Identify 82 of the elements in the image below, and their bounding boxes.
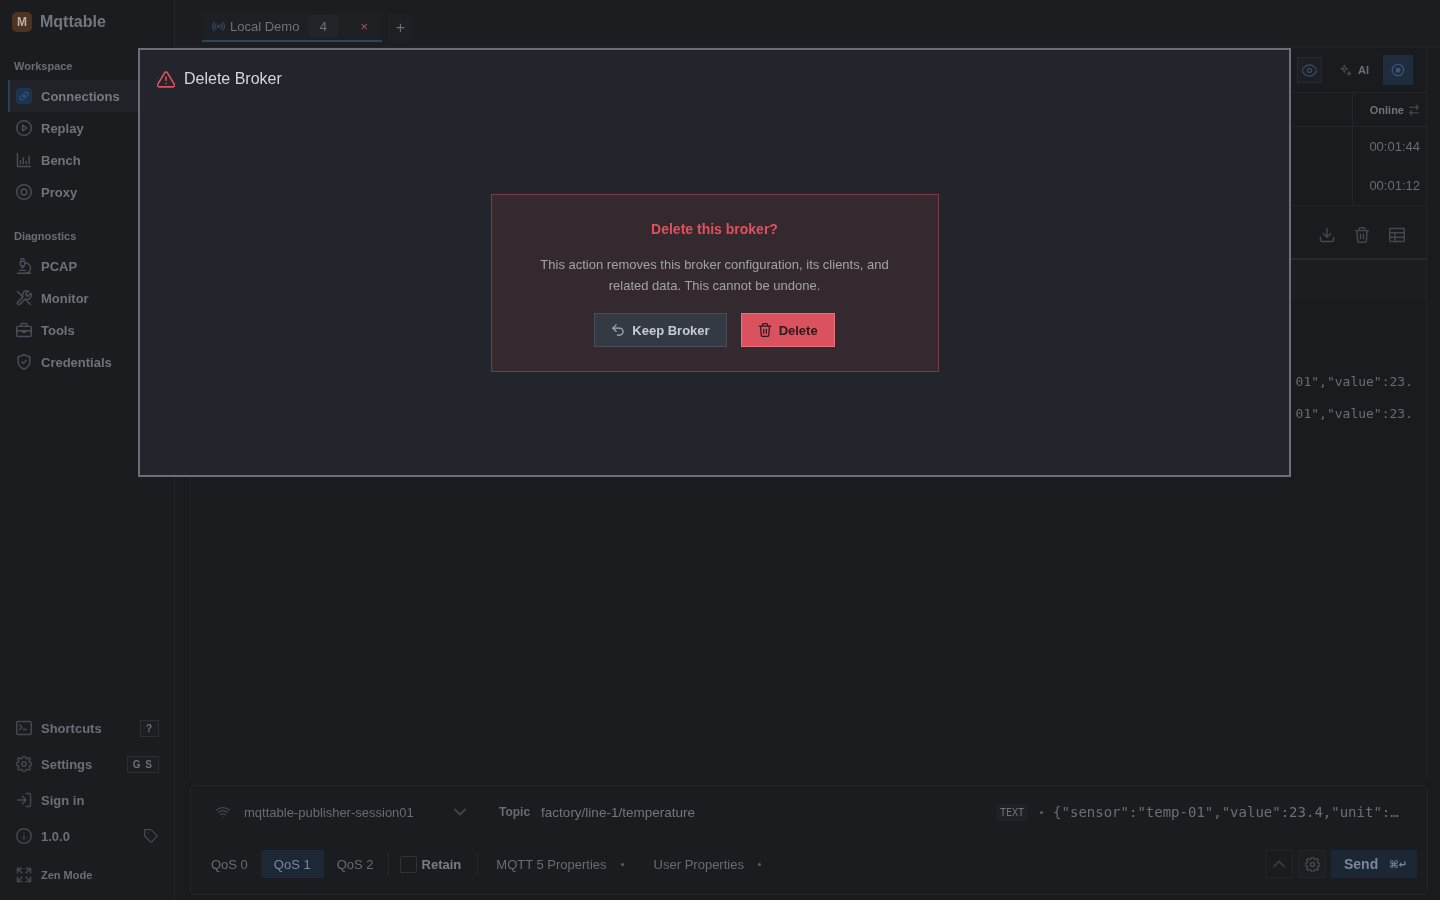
chevron-up-icon [1273,858,1285,870]
section-label: Workspace [13,59,74,74]
sidebar-item[interactable]: Bench [8,144,166,176]
sidebar-item[interactable]: Monitor [8,282,166,314]
count-badge: 4 [308,15,339,37]
sidebar-item[interactable]: Sign in [0,782,174,818]
checkbox-label: Retain [421,856,462,872]
sidebar-item[interactable]: Proxy [8,176,166,208]
column-header[interactable]: Online [1352,93,1426,126]
download-icon[interactable] [1319,227,1335,243]
expand-icon [16,867,32,883]
send-button[interactable]: Send ⌘↵ [1331,850,1417,878]
app-name: Mqttable [40,13,106,31]
broadcast-icon [212,19,225,33]
confirm-heading: Delete this broker? [651,220,778,238]
qos-button[interactable]: QoS 0 [198,850,261,878]
sidebar-item[interactable]: Tools [8,314,166,346]
dot-icon [757,862,761,866]
checkbox[interactable] [399,855,417,873]
play-circle-icon [16,120,32,136]
gear-icon [1304,856,1320,872]
view-button[interactable] [1297,57,1322,83]
sidebar-item[interactable]: Replay [8,112,166,144]
section-label: Diagnostics [13,229,78,244]
dialog-title: Delete Broker [184,70,282,88]
sidebar-item[interactable]: Shortcuts ? [0,710,174,746]
wifi-icon [216,805,230,819]
chevron-down-icon [454,806,466,818]
ai-button[interactable]: AI [1339,63,1369,77]
undo-icon [611,323,626,337]
dot-icon [620,862,624,866]
link-icon [16,88,32,104]
client-select[interactable]: mqttable-publisher-session01 [204,795,472,829]
sign-in-icon [16,792,32,808]
warning-icon [157,70,175,88]
info-icon [16,828,32,844]
tag-icon [144,829,158,843]
qos-button[interactable]: QoS 1 [260,850,324,878]
shortcut-key: G S [126,755,159,773]
swap-icon [1408,103,1420,116]
record-button[interactable] [1383,55,1413,85]
terminal-icon [16,720,32,736]
shield-icon [16,354,32,370]
trash-icon[interactable] [1354,227,1370,243]
payload-field[interactable]: TEXT {"sensor":"temp-01","value":23.4,"unit":… [989,795,1416,829]
properties-toggle[interactable]: MQTT 5 Properties [496,856,607,872]
trash-icon [757,323,772,337]
app-logo: M [12,12,32,32]
delete-button[interactable]: Delete [740,313,835,347]
confirm-message: This action removes this broker configuration, its clients, and related data. This cannot be undone. [539,256,890,295]
format-badge[interactable]: TEXT [997,803,1028,821]
microscope-icon [16,258,32,274]
connection-tab[interactable]: Local Demo 4 × [202,12,382,42]
qos-button[interactable]: QoS 2 [323,850,387,878]
table-icon[interactable] [1389,227,1405,243]
chart-icon [16,152,32,168]
eye-icon [1302,62,1317,78]
version-item[interactable]: 1.0.0 [0,818,174,854]
properties-toggle[interactable]: User Properties [653,856,744,872]
topic-field[interactable]: Topic factory/line-1/temperature [487,795,974,829]
record-icon [1391,63,1405,77]
sparkle-icon [1339,63,1352,77]
message-payload: 01","value":23. [1295,405,1413,421]
target-icon [16,184,32,200]
cancel-button[interactable]: Keep Broker [594,313,727,347]
topic-label: Topic [499,805,531,819]
table-cell: 00:01:12 [1352,166,1426,205]
zen-mode-toggle[interactable]: Zen Mode [0,854,174,896]
sidebar-item[interactable]: Credentials [8,346,166,378]
shortcut-hint: ⌘↵ [1389,858,1407,870]
sidebar-item[interactable]: Settings G S [0,746,174,782]
settings-icon [16,756,32,772]
close-button[interactable]: × [360,18,368,34]
shortcut-key: ? [139,719,159,737]
message-payload: 01","value":23. [1295,373,1413,389]
sidebar-item[interactable]: PCAP [8,250,166,282]
settings-button[interactable] [1298,850,1326,878]
table-cell: 00:01:44 [1352,127,1426,166]
collapse-button[interactable] [1265,850,1293,878]
toolbox-icon [16,322,32,338]
dot-icon [1040,810,1044,814]
tools-icon [16,290,32,306]
